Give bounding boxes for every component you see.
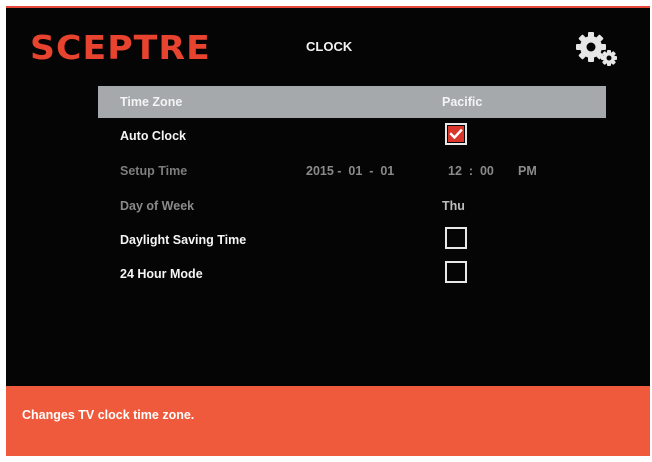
menu-row-setup-time: Setup Time 2015 - 01 - 01 12 : 00 PM (98, 155, 606, 187)
setup-time-label: Setup Time (120, 164, 188, 178)
auto-clock-checkbox[interactable] (445, 123, 467, 145)
tv-screen: SCEPTRE CLOCK Time Zone Pacific Auto Clo… (6, 6, 650, 456)
auto-clock-label: Auto Clock (120, 129, 186, 143)
help-footer: Changes TV clock time zone. (6, 386, 650, 456)
help-text: Changes TV clock time zone. (22, 408, 195, 422)
menu-row-24-hour-mode[interactable]: 24 Hour Mode (98, 258, 606, 290)
daylight-saving-checkbox[interactable] (445, 227, 467, 249)
menu-row-daylight-saving[interactable]: Daylight Saving Time (98, 224, 606, 256)
time-zone-value[interactable]: Pacific (442, 95, 482, 109)
menu-row-auto-clock[interactable]: Auto Clock (98, 120, 606, 152)
checkmark-icon (448, 126, 464, 142)
day-of-week-label: Day of Week (120, 199, 195, 213)
setup-time-value: 12 : 00 (448, 164, 494, 178)
24-hour-mode-checkbox[interactable] (445, 261, 467, 283)
setup-ampm-value: PM (518, 164, 537, 178)
sceptre-logo: SCEPTRE (30, 28, 211, 67)
day-of-week-value: Thu (442, 199, 465, 213)
daylight-saving-label: Daylight Saving Time (120, 233, 247, 247)
time-zone-label: Time Zone (120, 95, 183, 109)
menu-row-time-zone[interactable]: Time Zone Pacific (98, 86, 606, 118)
menu-row-day-of-week: Day of Week Thu (98, 190, 606, 222)
24-hour-mode-label: 24 Hour Mode (120, 267, 203, 281)
setup-date-value: 2015 - 01 - 01 (306, 164, 395, 178)
page-title: CLOCK (306, 39, 353, 54)
settings-gear-icon (574, 28, 620, 68)
top-accent-line (6, 6, 650, 8)
